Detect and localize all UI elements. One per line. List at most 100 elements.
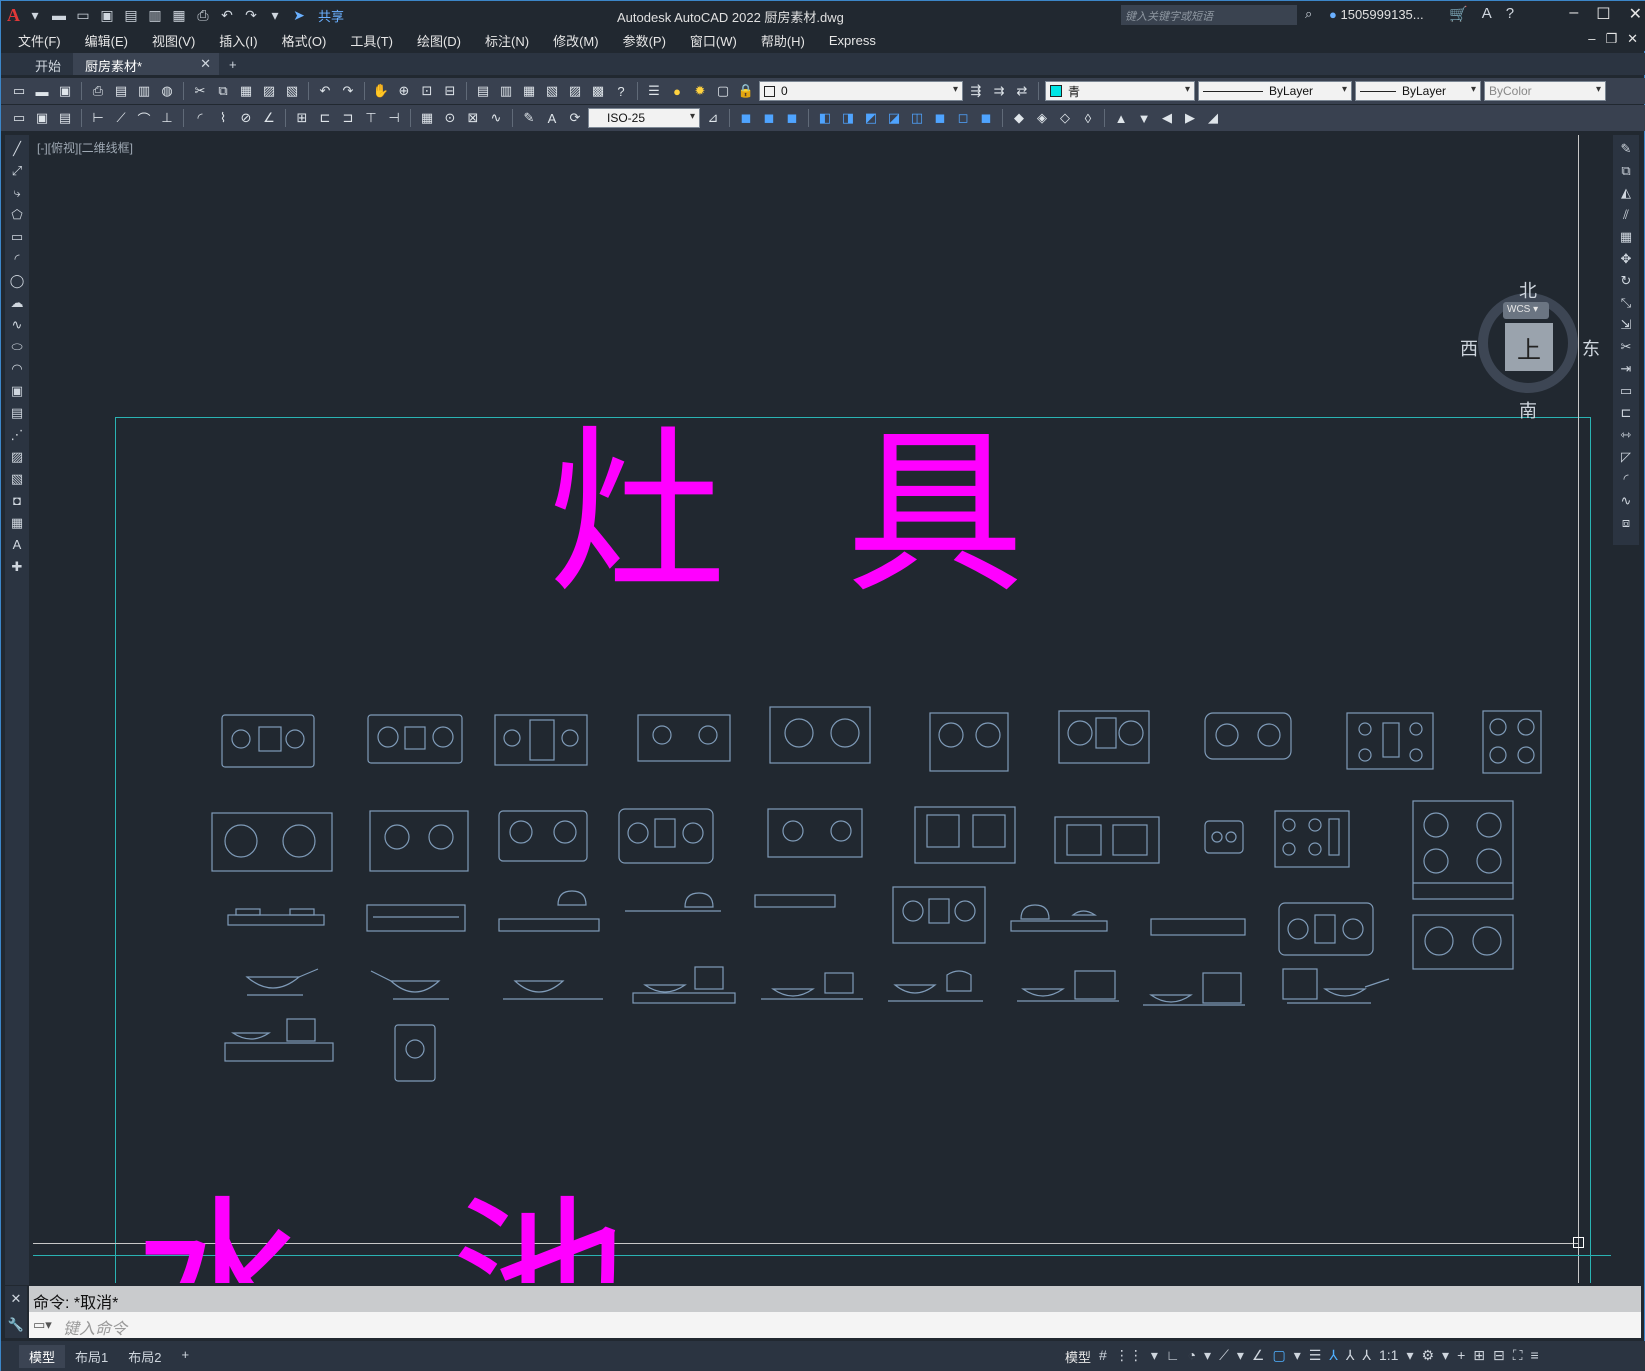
- calculator-icon[interactable]: ▩: [588, 81, 608, 101]
- layer-viewport-icon[interactable]: ▢: [713, 81, 733, 101]
- tab-layout1[interactable]: 布局1: [65, 1345, 118, 1368]
- chevron-down-icon[interactable]: ▾: [1237, 1347, 1244, 1366]
- chamfer-icon[interactable]: ◸: [1616, 447, 1636, 466]
- solid-edit-i-icon[interactable]: ◢: [1203, 108, 1223, 128]
- plot-preview-icon[interactable]: ▥: [146, 6, 164, 24]
- stove-symbol[interactable]: [1204, 820, 1244, 854]
- stove-symbol[interactable]: [211, 812, 333, 872]
- region-icon[interactable]: ◘: [7, 491, 27, 510]
- redo-icon[interactable]: ↷: [242, 6, 260, 24]
- polar-icon[interactable]: ◔: [1188, 1347, 1196, 1366]
- stove-symbol[interactable]: [1054, 816, 1160, 864]
- tab-layout2[interactable]: 布局2: [118, 1345, 171, 1368]
- dim-update-icon[interactable]: ⟳: [565, 108, 585, 128]
- copy-object-icon[interactable]: ⧉: [1616, 161, 1636, 180]
- stove-symbol[interactable]: [767, 808, 863, 858]
- minimize-icon[interactable]: –: [1569, 4, 1578, 24]
- solid-edit-g-icon[interactable]: ◀: [1157, 108, 1177, 128]
- zoom-realtime-icon[interactable]: ⊕: [394, 81, 414, 101]
- doc-close-icon[interactable]: ✕: [1627, 31, 1638, 47]
- dim-linear-icon[interactable]: ⊢: [88, 108, 108, 128]
- revcloud-icon[interactable]: ☁: [7, 293, 27, 312]
- solid-edit-h-icon[interactable]: ▶: [1180, 108, 1200, 128]
- chevron-down-icon[interactable]: ▾: [1151, 1347, 1158, 1366]
- stove-elevation[interactable]: [366, 904, 466, 932]
- make-current-icon[interactable]: ⇶: [966, 81, 986, 101]
- command-input[interactable]: 键入命令: [29, 1312, 1641, 1338]
- open-icon[interactable]: ▭: [74, 6, 92, 24]
- erase-icon[interactable]: ✎: [1616, 139, 1636, 158]
- pot-elevation[interactable]: [632, 966, 736, 1004]
- table-icon[interactable]: ▦: [7, 513, 27, 532]
- stove-symbol[interactable]: [769, 706, 871, 764]
- tab-active-drawing[interactable]: 厨房素材* ✕: [73, 53, 220, 75]
- circle-icon[interactable]: ◯: [7, 271, 27, 290]
- pot-elevation[interactable]: [761, 972, 863, 1000]
- layer-select[interactable]: 0 ▾: [759, 81, 963, 101]
- dim-text-edit-icon[interactable]: A: [542, 108, 562, 128]
- extend-icon[interactable]: ⇥: [1616, 359, 1636, 378]
- intersect-icon[interactable]: ◼: [976, 108, 996, 128]
- ortho-icon[interactable]: ∟: [1166, 1347, 1180, 1366]
- stove-symbol[interactable]: [394, 1024, 436, 1082]
- break-icon[interactable]: ⊏: [1616, 403, 1636, 422]
- dim-diameter-icon[interactable]: ⊘: [236, 108, 256, 128]
- menu-draw[interactable]: 绘图(D): [417, 31, 473, 50]
- tool-b-icon[interactable]: ▣: [32, 108, 52, 128]
- dim-baseline-icon[interactable]: ⊏: [315, 108, 335, 128]
- preview-icon[interactable]: ▤: [111, 81, 131, 101]
- sweep-icon[interactable]: ◩: [861, 108, 881, 128]
- dimstyle-select[interactable]: ISO-25 ▾: [588, 108, 700, 128]
- stove-elevation[interactable]: [227, 908, 325, 926]
- pot-elevation[interactable]: [1282, 968, 1390, 1004]
- customize-status-icon[interactable]: ≡: [1531, 1347, 1539, 1366]
- auto-scale-icon[interactable]: ⅄: [1346, 1347, 1355, 1366]
- solid-edit-d-icon[interactable]: ◊: [1078, 108, 1098, 128]
- menu-help[interactable]: 帮助(H): [761, 31, 817, 50]
- compass-west[interactable]: 西: [1460, 335, 1478, 361]
- paste-icon[interactable]: ▦: [236, 81, 256, 101]
- blend-icon[interactable]: ∿: [1616, 491, 1636, 510]
- stove-elevation[interactable]: [1010, 904, 1108, 932]
- solid-edit-b-icon[interactable]: ◈: [1032, 108, 1052, 128]
- ellipse-icon[interactable]: ⬭: [7, 337, 27, 356]
- qnew-icon[interactable]: ▭: [9, 81, 29, 101]
- copy-icon[interactable]: ⧉: [213, 81, 233, 101]
- stove-symbol[interactable]: [367, 714, 463, 764]
- union-icon[interactable]: ◼: [930, 108, 950, 128]
- chevron-down-icon[interactable]: ▾: [1442, 1347, 1449, 1366]
- share-icon[interactable]: ➤: [290, 6, 308, 24]
- dim-style-icon[interactable]: ⊿: [703, 108, 723, 128]
- save-icon[interactable]: ▣: [98, 6, 116, 24]
- ellipse-arc-icon[interactable]: ◠: [7, 359, 27, 378]
- layer-on-icon[interactable]: ●: [667, 81, 687, 101]
- matchprop-icon[interactable]: ▨: [259, 81, 279, 101]
- menu-parametric[interactable]: 参数(P): [623, 31, 678, 50]
- zoom-previous-icon[interactable]: ⊟: [440, 81, 460, 101]
- explode-icon[interactable]: ⧈: [1616, 513, 1636, 532]
- cylinder-icon[interactable]: ◼: [759, 108, 779, 128]
- point-icon[interactable]: ⋰: [7, 425, 27, 444]
- array-icon[interactable]: ▦: [1616, 227, 1636, 246]
- doc-minimize-icon[interactable]: –: [1588, 31, 1595, 47]
- tab-start[interactable]: 开始: [1, 53, 73, 75]
- stove-symbol[interactable]: [1412, 914, 1514, 970]
- tolerance-icon[interactable]: ▦: [417, 108, 437, 128]
- maximize-icon[interactable]: ☐: [1596, 4, 1610, 24]
- viewcube-face-top[interactable]: 上: [1505, 323, 1553, 371]
- lineweight-icon[interactable]: ☰: [1309, 1347, 1322, 1366]
- stove-symbol[interactable]: [1058, 710, 1150, 764]
- solid-edit-c-icon[interactable]: ◇: [1055, 108, 1075, 128]
- spline-icon[interactable]: ∿: [7, 315, 27, 334]
- annotation-scale-icon[interactable]: ⅄: [1362, 1347, 1371, 1366]
- model-space-button[interactable]: 模型: [1065, 1347, 1091, 1366]
- zoom-window-icon[interactable]: ⊡: [417, 81, 437, 101]
- save-file-icon[interactable]: ▣: [55, 81, 75, 101]
- dim-ordinate-icon[interactable]: ⊥: [157, 108, 177, 128]
- add-selected-icon[interactable]: ✚: [7, 557, 27, 576]
- arc-icon[interactable]: ◜: [7, 249, 27, 268]
- tab-model[interactable]: 模型: [19, 1345, 66, 1368]
- share-label[interactable]: 共享: [318, 6, 344, 25]
- quick-dim-icon[interactable]: ⊞: [292, 108, 312, 128]
- pot-elevation[interactable]: [1017, 970, 1119, 1002]
